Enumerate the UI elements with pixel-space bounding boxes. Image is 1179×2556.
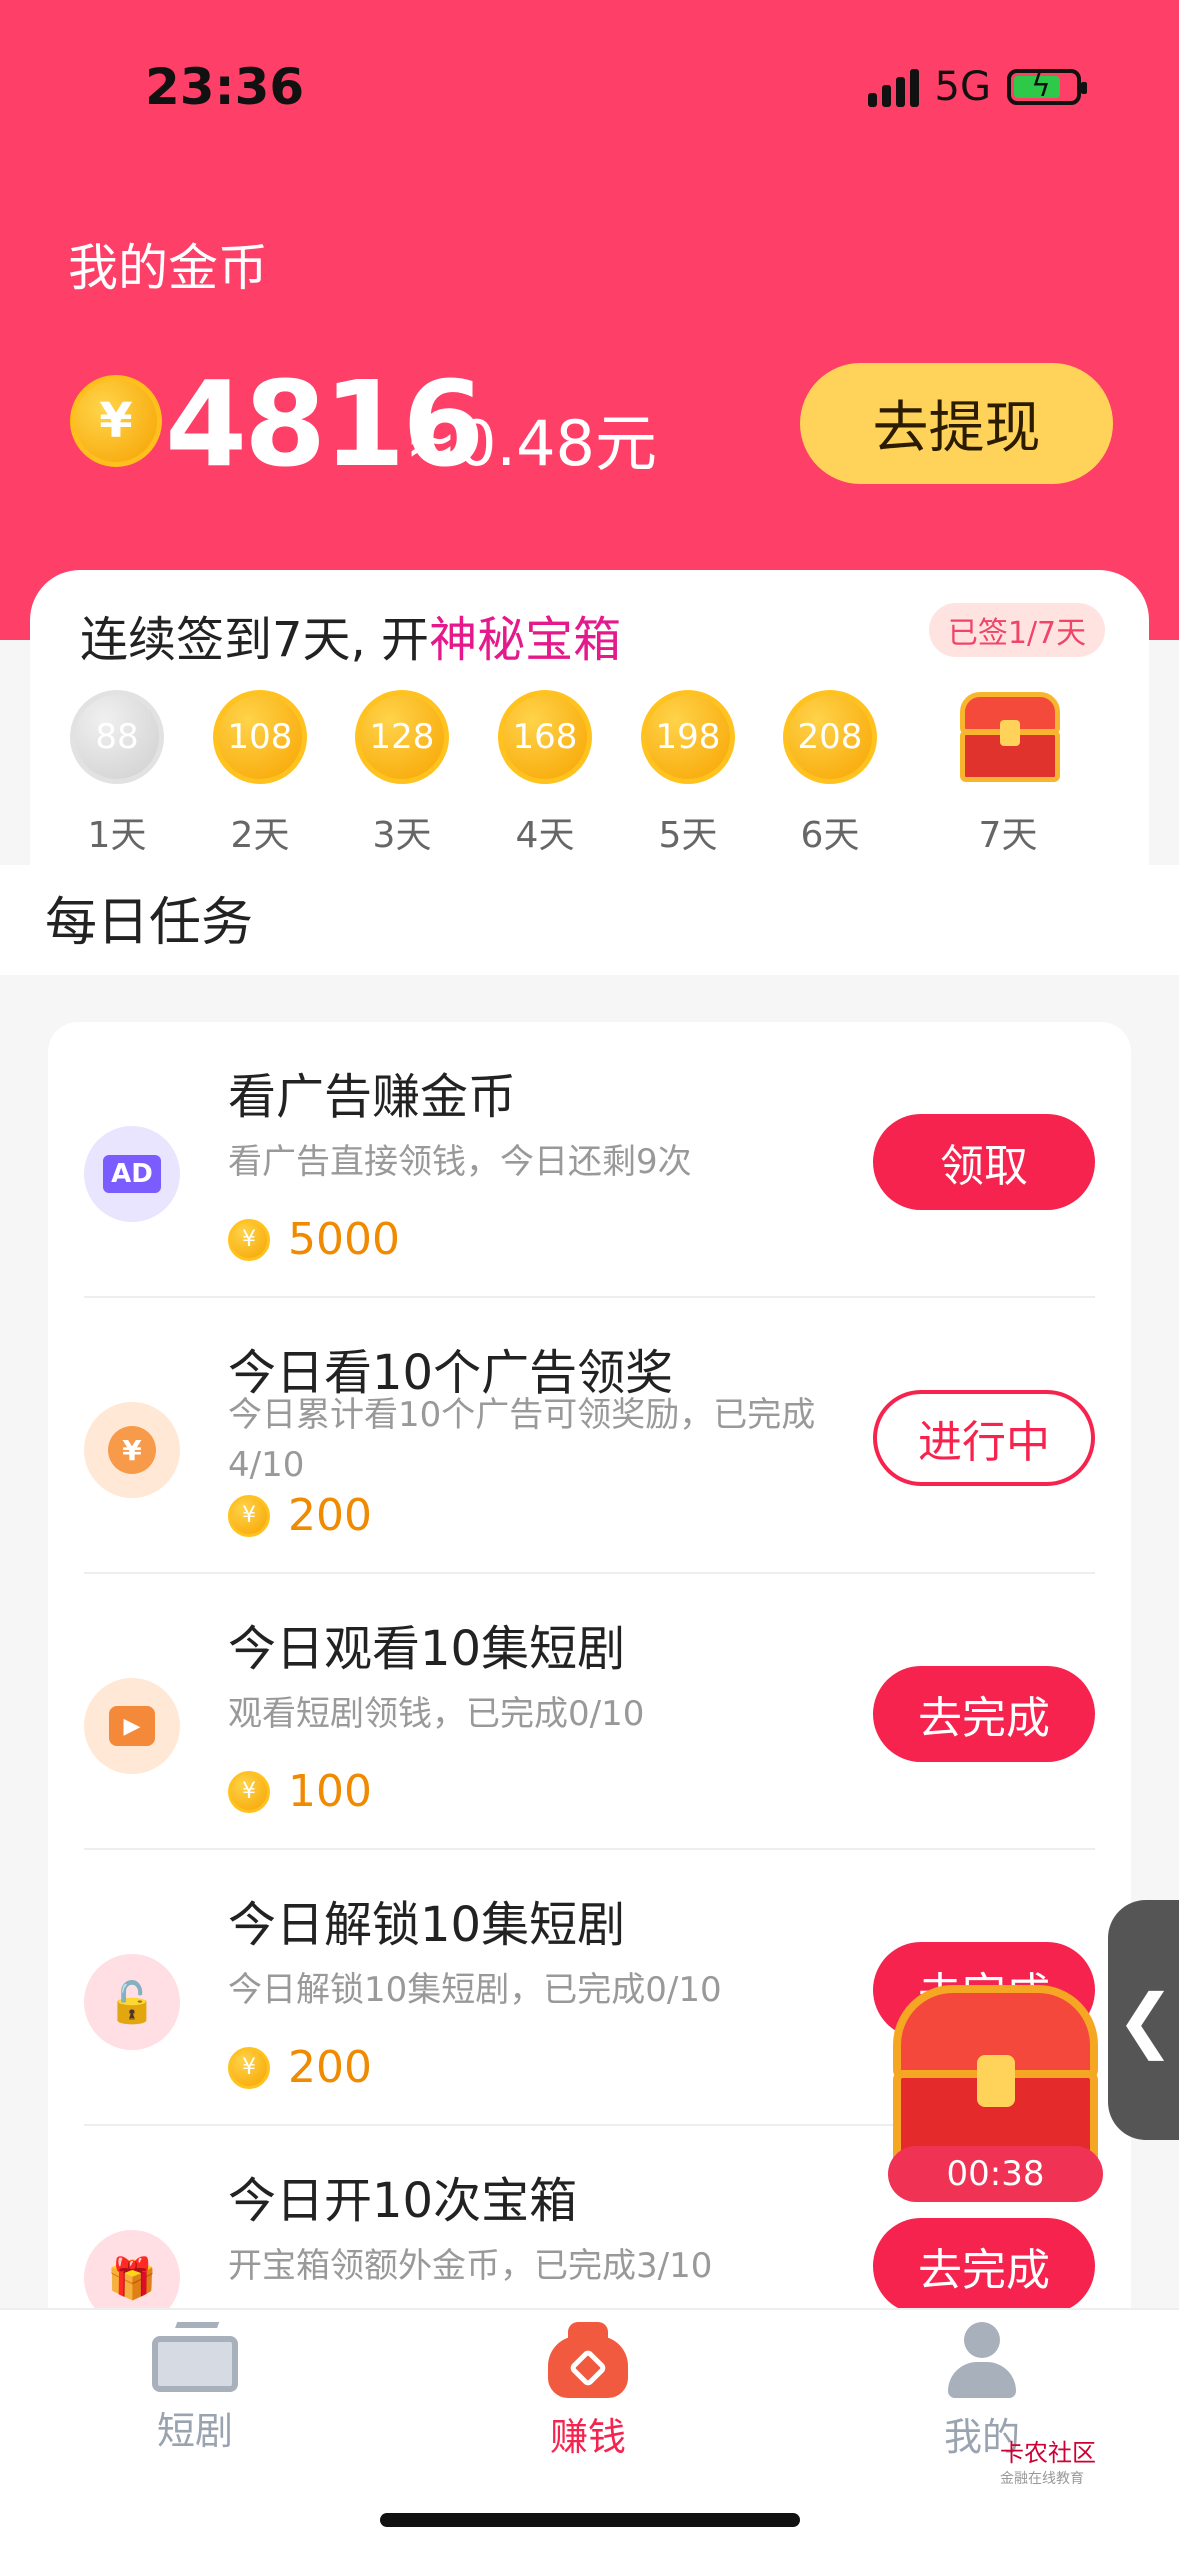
day-coin-icon: 198 (641, 690, 735, 784)
go-complete-button[interactable]: 去完成 (873, 2218, 1095, 2314)
in-progress-button[interactable]: 进行中 (873, 1390, 1095, 1486)
day-label: 4天 (515, 815, 575, 856)
day-coin-icon: 128 (355, 690, 449, 784)
money-bag-icon (548, 2322, 628, 2398)
task-desc: 看广告直接领钱，今日还剩9次 (228, 1142, 692, 1182)
tab-label: 短剧 (156, 2409, 233, 2453)
coins-title: 我的金币 (68, 239, 268, 297)
day-label: 5天 (658, 815, 718, 856)
tab-label: 赚钱 (549, 2415, 626, 2459)
ad-icon: AD (84, 1126, 180, 1222)
ad-icon-label: AD (103, 1155, 161, 1193)
reward-value: 200 (288, 1490, 372, 1541)
signin-day[interactable]: 88 1天 (67, 690, 167, 858)
signin-title-highlight: 神秘宝箱 (429, 612, 622, 668)
status-icons: 5G ϟ (867, 64, 1087, 110)
treasure-chest-icon (958, 690, 1062, 784)
coin-icon: ¥ (228, 2046, 270, 2089)
user-icon (944, 2322, 1020, 2398)
network-type: 5G (934, 64, 991, 110)
day-coin-icon: 208 (783, 690, 877, 784)
watermark-sub: 金融在线教育 (1000, 2471, 1084, 2487)
day-coin-icon: 88 (70, 690, 164, 784)
task-reward: ¥200 (228, 2042, 372, 2093)
tab-short-drama[interactable]: 短剧 (95, 2322, 295, 2455)
day-coin-icon: 168 (498, 690, 592, 784)
signin-day[interactable]: 208 6天 (780, 690, 880, 858)
coin-approx-value: ≈0.48元 (405, 407, 657, 480)
task-desc: 观看短剧领钱，已完成0/10 (228, 1694, 645, 1734)
withdraw-button[interactable]: 去提现 (800, 363, 1113, 484)
task-name: 今日开10次宝箱 (228, 2173, 578, 2229)
task-reward: ¥200 (228, 1490, 372, 1541)
task-reward: ¥100 (228, 1766, 372, 1817)
battery-icon: ϟ (1007, 69, 1087, 105)
watermark-logo: 卡农社区金融在线教育 (1000, 2433, 1096, 2488)
task-item: AD 看广告赚金币 看广告直接领钱，今日还剩9次 ¥5000 领取 (48, 1022, 1131, 1298)
task-name: 今日解锁10集短剧 (228, 1897, 626, 1953)
coin-icon: ¥ (70, 375, 162, 467)
day-label: 1天 (87, 815, 147, 856)
reward-value: 200 (288, 2042, 372, 2093)
signin-day[interactable]: 108 2天 (210, 690, 310, 858)
yuan-icon: ¥ (84, 1402, 180, 1498)
task-reward: ¥5000 (228, 1214, 400, 1265)
home-indicator (380, 2513, 800, 2527)
status-time: 23:36 (145, 58, 305, 116)
yuan-icon-label: ¥ (108, 1426, 156, 1474)
day-label: 7天 (978, 815, 1038, 856)
task-name: 看广告赚金币 (228, 1069, 517, 1125)
day-coin-icon: 108 (213, 690, 307, 784)
daily-tasks-title: 每日任务 (45, 893, 254, 953)
task-item: ¥ 今日看10个广告领奖 今日累计看10个广告可领奖励，已完成4/10 ¥200… (48, 1298, 1131, 1574)
reward-value: 5000 (288, 1214, 400, 1265)
claim-button[interactable]: 领取 (873, 1114, 1095, 1210)
watermark-title: 卡农社区 (1000, 2439, 1096, 2467)
coin-icon: ¥ (228, 1494, 270, 1537)
signin-day[interactable]: 128 3天 (352, 690, 452, 858)
day-label: 6天 (800, 815, 860, 856)
play-icon-label: ▶ (109, 1706, 155, 1746)
reward-value: 100 (288, 1766, 372, 1817)
task-desc: 今日累计看10个广告可领奖励，已完成4/10 (228, 1395, 816, 1485)
signin-day[interactable]: 198 5天 (638, 690, 738, 858)
coin-icon: ¥ (228, 1770, 270, 1813)
play-video-icon: ▶ (84, 1678, 180, 1774)
tv-icon (152, 2322, 238, 2392)
day-label: 3天 (372, 815, 432, 856)
go-complete-button[interactable]: 去完成 (873, 1666, 1095, 1762)
signal-icon (867, 67, 919, 107)
task-desc: 开宝箱领额外金币，已完成3/10 (228, 2246, 713, 2286)
task-desc: 今日解锁10集短剧，已完成0/10 (228, 1970, 722, 2010)
signin-progress-badge: 已签1/7天 (929, 603, 1105, 657)
signin-day-chest[interactable]: 7天 (958, 690, 1060, 858)
task-item: ▶ 今日观看10集短剧 观看短剧领钱，已完成0/10 ¥100 去完成 (48, 1574, 1131, 1850)
side-collapse-tab[interactable]: ❮ (1108, 1900, 1179, 2140)
treasure-timer: 00:38 (888, 2146, 1103, 2202)
chevron-left-icon: ❮ (1116, 1979, 1175, 2061)
coin-icon: ¥ (228, 1218, 270, 1261)
day-label: 2天 (230, 815, 290, 856)
signin-day[interactable]: 168 4天 (495, 690, 595, 858)
signin-title: 连续签到7天, 开神秘宝箱 (80, 600, 621, 670)
tab-earn-money[interactable]: 赚钱 (488, 2322, 688, 2461)
task-name: 今日观看10集短剧 (228, 1621, 626, 1677)
signin-title-text: 连续签到7天, 开 (80, 612, 430, 668)
unlock-icon: 🔓 (84, 1954, 180, 2050)
